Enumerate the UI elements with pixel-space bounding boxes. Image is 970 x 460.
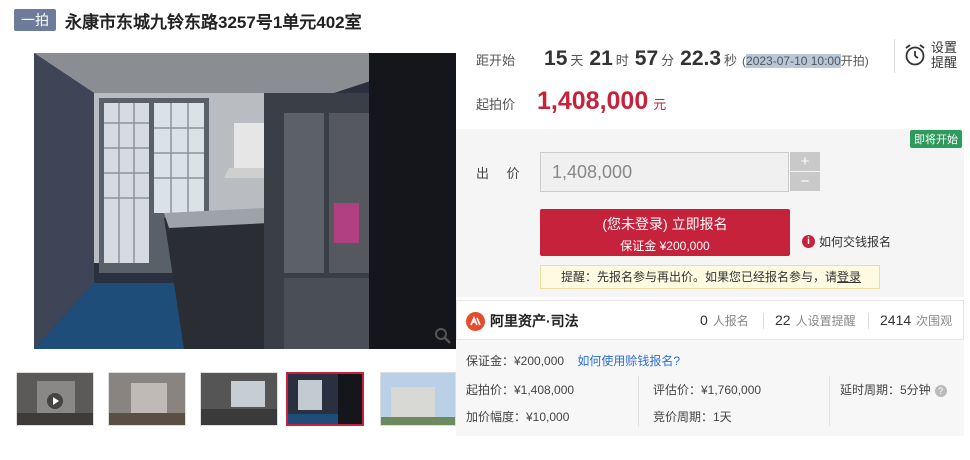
- auction-round-badge: 一拍: [14, 9, 56, 31]
- signup-count: 0 人报名: [700, 312, 749, 329]
- detail-appraisal-price: 评估价：¥1,760,000: [653, 383, 762, 397]
- thumbnail-image: [288, 374, 362, 424]
- divider: [638, 376, 639, 426]
- minutes-unit: 分: [661, 53, 675, 68]
- platform-name: 阿里资产·司法: [490, 313, 579, 329]
- title-row: 一拍 永康市东城九铃东路3257号1单元402室: [14, 7, 362, 33]
- start-price-value: 1,408,000: [537, 87, 649, 115]
- start-time-value: 2023-07-10 10:00: [746, 54, 841, 68]
- auction-details: 保证金：¥200,000 如何使用赊钱报名? 起拍价：¥1,408,000 评估…: [456, 340, 964, 436]
- view-count: 2414 次围观: [880, 312, 952, 329]
- countdown-label: 距开始: [476, 53, 516, 68]
- tip-text: 提醒：先报名参与再出价。如果您已经报名参与，请: [561, 270, 838, 284]
- auction-start-time: (2023-07-10 10:00开拍): [742, 52, 869, 69]
- deposit-row: 保证金：¥200,000 如何使用赊钱报名?: [466, 352, 680, 369]
- help-icon[interactable]: ?: [934, 384, 947, 397]
- thumbnail-video[interactable]: [16, 372, 94, 426]
- info-icon: i: [802, 235, 815, 248]
- bid-panel: 即将开始 出 价 1,408,000 + − (您未登录) 立即报名 保证金 ¥…: [456, 129, 964, 297]
- login-tip: 提醒：先报名参与再出价。如果您已经报名参与，请登录: [540, 265, 880, 289]
- detail-start-price: 起拍价：¥1,408,000: [466, 383, 575, 397]
- how-to-pay-link[interactable]: i 如何交钱报名: [802, 233, 891, 250]
- status-badge: 即将开始: [910, 130, 962, 148]
- divider: [829, 376, 830, 426]
- installment-signup-link[interactable]: 如何使用赊钱报名?: [577, 354, 680, 368]
- countdown-seconds: 22.3: [680, 47, 722, 70]
- signup-button[interactable]: (您未登录) 立即报名 保证金 ¥200,000: [540, 209, 790, 256]
- play-video-icon[interactable]: [47, 393, 63, 409]
- start-price-label: 起拍价: [476, 97, 516, 112]
- countdown-hours: 21: [589, 47, 613, 70]
- reminder-count-value: 22: [775, 312, 791, 328]
- bid-label: 出 价: [476, 166, 527, 181]
- alarm-clock-icon: [905, 44, 925, 66]
- hours-unit: 时: [615, 53, 629, 68]
- photo-thumbnail-strip: [16, 372, 456, 428]
- start-price-unit: 元: [653, 97, 667, 112]
- countdown-minutes: 57: [634, 47, 659, 70]
- signup-count-value: 0: [700, 312, 708, 328]
- thumbnail-image: [381, 373, 455, 425]
- detail-bidding-cycle: 竞价周期：1天: [653, 410, 732, 424]
- ali-asset-logo-icon: [466, 311, 485, 331]
- detail-delay-period: 延时周期：5分钟?: [840, 381, 947, 398]
- thumbnail-image: [201, 373, 277, 425]
- zoom-magnifier-icon[interactable]: [434, 327, 452, 345]
- thumbnail-5[interactable]: [380, 372, 456, 426]
- signup-count-label: 人报名: [712, 314, 749, 328]
- thumbnail-image: [109, 373, 185, 425]
- deposit-text: 保证金：¥200,000: [466, 354, 565, 368]
- how-to-pay-label: 如何交钱报名: [819, 235, 892, 249]
- platform-stats-bar: 阿里资产·司法 0 人报名 22 人设置提醒 2414 次围观: [456, 300, 964, 340]
- seconds-unit: 秒: [724, 53, 738, 68]
- signup-deposit-label: 保证金 ¥200,000: [620, 239, 710, 253]
- countdown-row: 距开始 15 天 21 时 57 分 22.3 秒 (2023-07-10 10…: [476, 47, 869, 71]
- divider: [894, 39, 895, 73]
- start-price-row: 起拍价 1,408,000 元: [476, 87, 666, 116]
- kitchen-photo-image: [34, 53, 456, 349]
- divider: [868, 313, 869, 329]
- start-time-suffix: 开拍): [840, 54, 869, 68]
- view-count-label: 次围观: [916, 314, 953, 328]
- thumbnail-3[interactable]: [200, 372, 278, 426]
- increase-bid-button[interactable]: +: [790, 152, 820, 171]
- divider: [763, 313, 764, 329]
- decrease-bid-button[interactable]: −: [790, 172, 820, 191]
- thumbnail-4-active[interactable]: [286, 372, 364, 426]
- main-photo[interactable]: [34, 53, 456, 349]
- ali-asset-logo: 阿里资产·司法: [466, 311, 579, 331]
- delay-period-text: 延时周期：5分钟: [840, 383, 931, 397]
- reminder-line-1: 设置: [931, 40, 958, 55]
- detail-increment: 加价幅度：¥10,000: [466, 410, 570, 424]
- set-reminder-button[interactable]: 设置 提醒: [904, 40, 957, 70]
- reminder-count: 22 人设置提醒: [775, 312, 856, 329]
- thumbnail-2[interactable]: [108, 372, 186, 426]
- view-count-value: 2414: [880, 312, 912, 328]
- days-unit: 天: [570, 53, 584, 68]
- login-link[interactable]: 登录: [837, 270, 861, 284]
- page-title: 永康市东城九铃东路3257号1单元402室: [65, 12, 362, 32]
- signup-button-label: (您未登录) 立即报名: [602, 216, 728, 232]
- reminder-line-2: 提醒: [931, 55, 958, 70]
- reminder-count-label: 人设置提醒: [795, 314, 856, 328]
- auction-info-panel: 距开始 15 天 21 时 57 分 22.3 秒 (2023-07-10 10…: [456, 37, 970, 129]
- countdown-days: 15: [544, 47, 568, 70]
- set-reminder-label: 设置 提醒: [931, 40, 957, 70]
- bid-amount-input[interactable]: 1,408,000: [540, 152, 789, 192]
